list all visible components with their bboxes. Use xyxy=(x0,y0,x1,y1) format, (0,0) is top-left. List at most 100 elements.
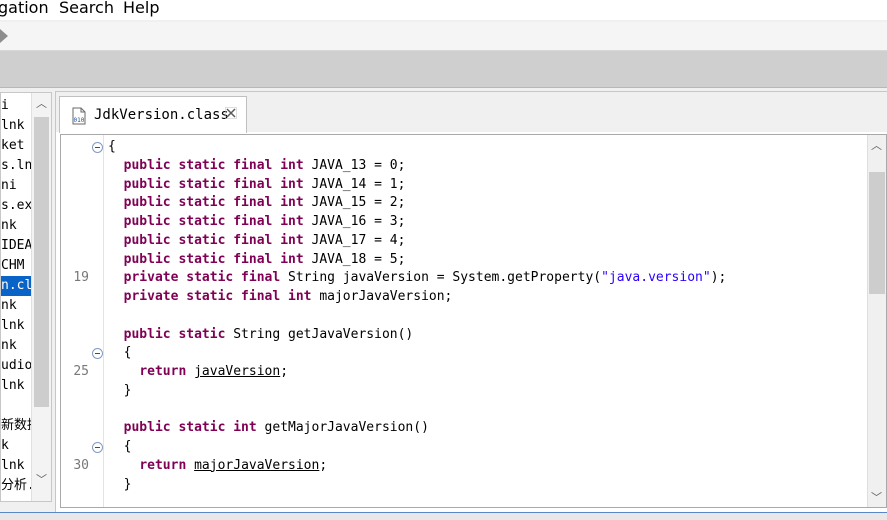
class-file-icon: 010 xyxy=(72,107,86,125)
line-number: 19 xyxy=(73,270,89,286)
explorer-item[interactable]: lnk xyxy=(1,376,31,396)
toolbar xyxy=(0,22,887,51)
code-line: } xyxy=(61,381,841,400)
scroll-down-icon[interactable]: ﹀ xyxy=(868,489,885,506)
code-text: private static final String javaVersion … xyxy=(108,268,727,287)
code-line: public static final int JAVA_15 = 2; xyxy=(61,193,841,212)
code-line: private static final int majorJavaVersio… xyxy=(61,287,841,306)
editor-vertical-scrollbar[interactable]: ︿ ﹀ xyxy=(867,135,886,507)
explorer-item[interactable]: s.ln xyxy=(1,156,31,176)
scroll-up-icon[interactable]: ︿ xyxy=(868,137,885,154)
code-text: public static final int JAVA_18 = 5; xyxy=(108,250,406,269)
fold-toggle-icon[interactable] xyxy=(92,142,103,153)
code-string: "java.version" xyxy=(601,270,711,286)
close-icon[interactable] xyxy=(225,107,237,119)
code-token: { xyxy=(108,345,132,361)
explorer-item[interactable]: s.ex xyxy=(1,196,31,216)
code-text: } xyxy=(108,381,132,400)
explorer-item[interactable]: k xyxy=(1,436,31,456)
menu-bar: gation Search Help xyxy=(0,0,887,20)
code-token: String javaVersion = System.getProperty( xyxy=(280,270,602,286)
explorer-list: i lnk ket s.ln ni s.ex nk IDEA CHM n.cl nk lnk nk udi… xyxy=(1,93,31,501)
explorer-item[interactable]: nk xyxy=(1,336,31,356)
code-keyword: public static final int xyxy=(123,232,304,248)
code-line: public static final int JAVA_13 = 0; xyxy=(61,156,841,175)
code-line: public static final int JAVA_17 = 4; xyxy=(61,231,841,250)
explorer-item[interactable]: nk xyxy=(1,296,31,316)
code-line: public static int getMajorJavaVersion() xyxy=(61,418,841,437)
explorer-item[interactable]: lnk xyxy=(1,116,31,136)
explorer-item[interactable]: 分析. xyxy=(1,476,31,496)
line-number: 30 xyxy=(73,457,89,473)
code-keyword: public static final int xyxy=(123,195,304,211)
code-line: public static final int JAVA_18 = 5; xyxy=(61,250,841,269)
code-line: 25 return javaVersion; xyxy=(61,362,841,381)
menu-search[interactable]: Search xyxy=(59,0,114,17)
code-text: { xyxy=(108,343,132,362)
explorer-item[interactable]: 新数据 xyxy=(1,416,31,436)
code-keyword: public static int xyxy=(123,420,257,436)
explorer-scroll-thumb[interactable] xyxy=(34,117,49,407)
code-editor[interactable]: { public static final int JAVA_13 = 0; p… xyxy=(60,134,887,508)
code-text: public static final int JAVA_14 = 1; xyxy=(108,175,406,194)
explorer-item[interactable]: ni xyxy=(1,176,31,196)
explorer-scrollbar[interactable]: ︿ ﹀ xyxy=(31,93,51,501)
code-token: JAVA_15 = 2; xyxy=(303,195,406,211)
code-keyword: public static final int xyxy=(123,214,304,229)
code-token: majorJavaVersion; xyxy=(311,289,453,304)
code-token: } xyxy=(108,476,132,492)
fold-toggle-icon[interactable] xyxy=(92,348,103,360)
editor-tab-bar: 010 JdkVersion.class xyxy=(56,92,887,133)
code-keyword: private static final xyxy=(123,270,281,286)
explorer-item[interactable]: lnk xyxy=(1,316,31,336)
explorer-item[interactable] xyxy=(1,396,31,416)
code-text: } xyxy=(108,475,132,494)
code-token: { xyxy=(108,139,116,154)
code-text: public static String getJavaVersion() xyxy=(108,325,414,344)
explorer-item[interactable]: lnk xyxy=(1,456,31,476)
scroll-down-icon[interactable]: ﹀ xyxy=(33,471,50,488)
code-token: ; xyxy=(280,364,289,379)
left-explorer-panel: i lnk ket s.ln ni s.ex nk IDEA CHM n.cl nk lnk nk udi… xyxy=(0,92,52,502)
code-line: 19 private static final String javaVersi… xyxy=(61,268,841,287)
editor-scroll-thumb[interactable] xyxy=(869,172,885,294)
explorer-item[interactable]: i xyxy=(1,96,31,116)
code-keyword: public static final int xyxy=(123,251,304,267)
code-line: public static String getJavaVersion() xyxy=(61,325,841,344)
code-line: } xyxy=(61,475,841,494)
code-text: public static int getMajorJavaVersion() xyxy=(108,418,429,437)
explorer-item[interactable]: nk xyxy=(1,216,31,236)
code-token: JAVA_16 = 3; xyxy=(303,214,406,229)
code-text: return majorJavaVersion; xyxy=(108,456,327,475)
menu-navigation[interactable]: gation xyxy=(0,0,49,17)
forward-arrow-icon[interactable] xyxy=(0,29,8,43)
code-keyword: return xyxy=(139,457,187,473)
code-line: { xyxy=(61,137,841,156)
code-line: public static final int JAVA_14 = 1; xyxy=(61,175,841,194)
code-field-ref: majorJavaVersion xyxy=(194,457,320,473)
explorer-item[interactable]: ket xyxy=(1,136,31,156)
editor-pane: 010 JdkVersion.class { public static fin… xyxy=(55,91,887,513)
menu-help[interactable]: Help xyxy=(123,0,159,17)
explorer-item[interactable]: IDEA xyxy=(1,236,31,256)
explorer-item[interactable]: CHM xyxy=(1,256,31,276)
code-token: JAVA_17 = 4; xyxy=(303,232,406,248)
fold-toggle-icon[interactable] xyxy=(92,442,103,453)
explorer-item[interactable]: n.cl xyxy=(1,276,31,296)
editor-tab-label: JdkVersion.class xyxy=(94,107,229,123)
code-token: } xyxy=(108,382,132,398)
code-token: { xyxy=(108,439,132,454)
scroll-up-icon[interactable]: ︿ xyxy=(33,95,50,112)
code-keyword: private static final int xyxy=(123,289,312,304)
editor-tab-jdkversion[interactable]: 010 JdkVersion.class xyxy=(59,96,247,133)
explorer-item[interactable]: udio xyxy=(1,356,31,376)
code-text: public static final int JAVA_17 = 4; xyxy=(108,231,406,250)
